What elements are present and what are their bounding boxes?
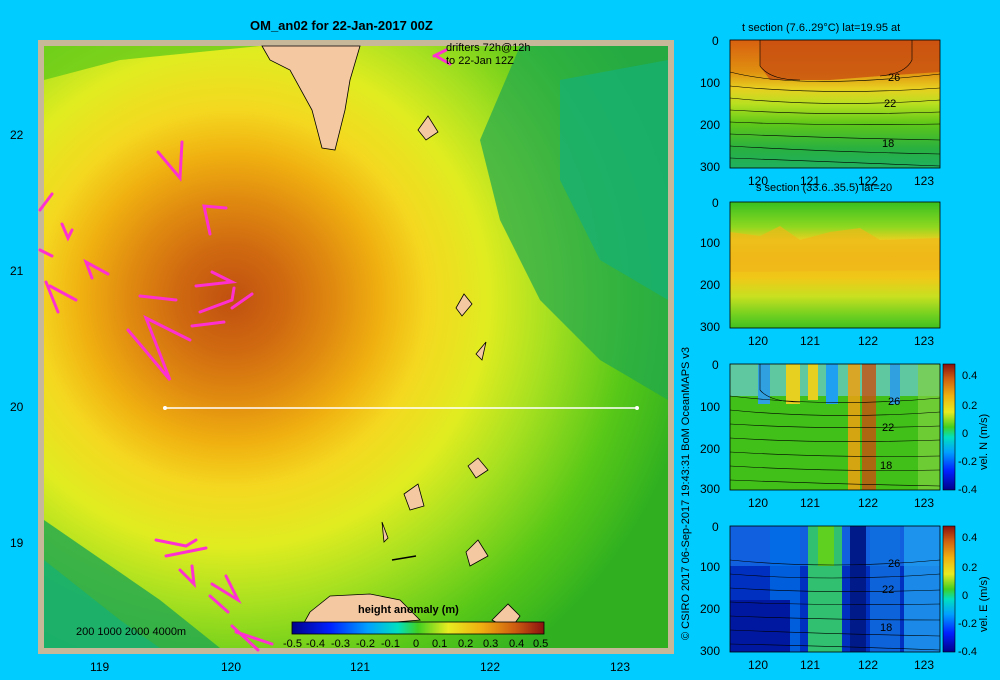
x-tick: 121 (350, 660, 371, 674)
cbar-tick: 0.3 (483, 638, 499, 650)
y-tick: 20 (10, 400, 24, 414)
cbar-tick: -0.3 (331, 638, 350, 650)
y-tick: 0 (712, 358, 719, 372)
y-tick: 19 (10, 536, 24, 550)
y-tick: 100 (700, 560, 721, 574)
contour-label: 22 (884, 98, 897, 110)
x-tick: 122 (480, 660, 501, 674)
y-tick: 21 (10, 264, 24, 278)
veln-colorbar (942, 363, 956, 491)
x-tick: 120 (748, 658, 769, 672)
y-tick: 100 (700, 236, 721, 250)
t-section-panel (729, 39, 941, 169)
y-tick: 300 (700, 160, 721, 174)
map-title: OM_an02 for 22-Jan-2017 00Z (250, 18, 433, 33)
y-tick: 200 (700, 278, 721, 292)
contour-label: 26 (888, 72, 901, 84)
contour-label: 18 (882, 138, 895, 150)
contour-label: 26 (888, 558, 901, 570)
x-tick: 122 (858, 334, 879, 348)
y-tick: 0 (712, 520, 719, 534)
y-tick: 200 (700, 442, 721, 456)
cbar-tick: 0.4 (509, 638, 525, 650)
drifters-label: drifters 72h@12h (446, 42, 531, 54)
contour-label: 26 (888, 396, 901, 408)
y-tick: 300 (700, 320, 721, 334)
x-tick: 123 (914, 174, 935, 188)
y-tick: 100 (700, 76, 721, 90)
cbar-tick: 0.2 (458, 638, 474, 650)
contour-label: 22 (882, 584, 895, 596)
cbar-tick: -0.5 (283, 638, 302, 650)
cbar-tick: 0.4 (962, 532, 978, 544)
x-tick: 123 (610, 660, 631, 674)
contour-label: 18 (880, 622, 893, 634)
x-tick: 119 (90, 660, 110, 674)
s-section-title: s section (33.6..35.5) lat=20 (756, 182, 893, 194)
x-tick: 120 (748, 496, 769, 510)
cbar-tick: -0.4 (306, 638, 325, 650)
y-tick: 0 (712, 196, 719, 210)
y-tick: 22 (10, 128, 24, 142)
cbar-tick: -0.2 (958, 456, 977, 468)
cbar-tick: 0 (962, 428, 969, 440)
cbar-tick: 0.2 (962, 400, 978, 412)
y-tick: 200 (700, 602, 721, 616)
credit-text: © CSIRO 2017 06-Sep-2017 19:43:31 BoM Oc… (680, 346, 692, 640)
cbar-tick: 0 (413, 638, 420, 650)
cbar-tick: -0.4 (958, 484, 977, 496)
s-section-panel (729, 201, 941, 329)
x-tick: 123 (914, 658, 935, 672)
y-tick: 300 (700, 644, 721, 658)
vele-section-panel (729, 525, 956, 653)
x-tick: 122 (858, 658, 879, 672)
x-tick: 122 (858, 496, 879, 510)
veln-section-panel (729, 363, 956, 491)
x-tick: 121 (800, 658, 821, 672)
x-tick: 123 (914, 334, 935, 348)
x-tick: 120 (748, 334, 769, 348)
cbar-tick: 0.2 (962, 562, 978, 574)
cbar-tick: -0.2 (958, 618, 977, 630)
y-tick: 300 (700, 482, 721, 496)
height-colorbar-label: height anomaly (m) (358, 604, 459, 616)
depth-legend: 200 1000 2000 4000m (76, 626, 187, 638)
vele-colorbar-label: vel. E (m/s) (978, 576, 990, 632)
cbar-tick: -0.2 (356, 638, 375, 650)
cbar-tick: -0.1 (381, 638, 400, 650)
x-tick: 123 (914, 496, 935, 510)
y-tick: 100 (700, 400, 721, 414)
cbar-tick: -0.4 (958, 646, 977, 658)
cbar-tick: 0.5 (533, 638, 549, 650)
t-section-title: t section (7.6..29°C) lat=19.95 at (742, 22, 901, 34)
x-tick: 120 (221, 660, 242, 674)
cbar-tick: 0 (962, 590, 969, 602)
figure-canvas (38, 39, 956, 654)
y-tick: 200 (700, 118, 721, 132)
contour-label: 18 (880, 460, 893, 472)
contour-label: 22 (882, 422, 895, 434)
x-tick: 121 (800, 334, 821, 348)
cbar-tick: 0.4 (962, 370, 978, 382)
map-panel (38, 40, 674, 654)
veln-colorbar-label: vel. N (m/s) (978, 413, 990, 470)
drifters-label-2: to 22-Jan 12Z (446, 55, 514, 67)
height-colorbar (291, 621, 545, 635)
vele-colorbar (942, 525, 956, 653)
y-tick: 0 (712, 34, 719, 48)
cbar-tick: 0.1 (432, 638, 448, 650)
x-tick: 121 (800, 496, 821, 510)
